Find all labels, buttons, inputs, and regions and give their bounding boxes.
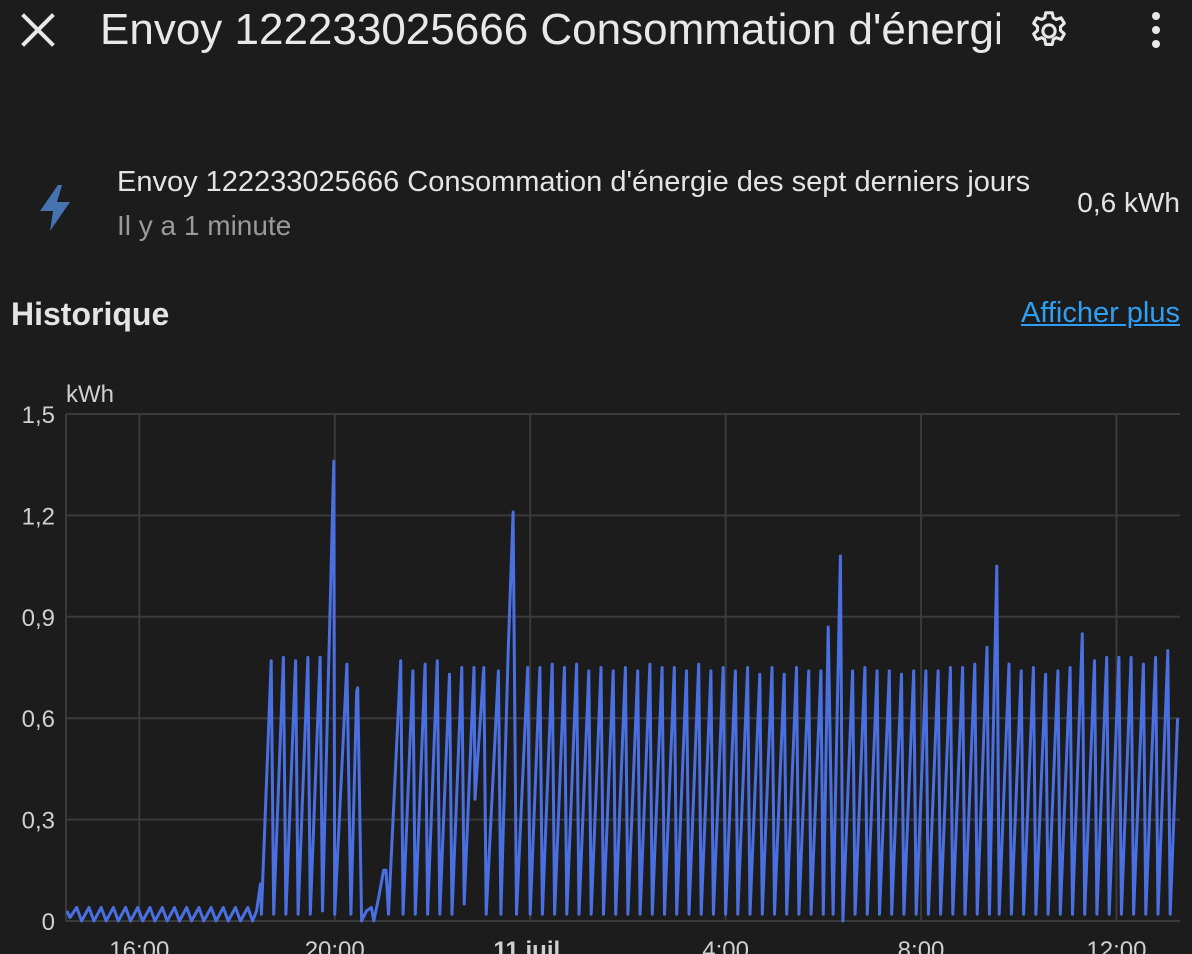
y-axis-ticks: 0 0,3 0,6 0,9 1,2 1,5 [22,402,55,936]
x-tick-label: 12:00 [1086,937,1146,954]
entity-state-row[interactable]: Envoy 122233025666 Consommation d'énergi… [0,160,1192,250]
y-axis-label: kWh [66,381,114,408]
close-icon [21,13,55,47]
x-axis-ticks: 16:00 20:00 11 juil. 4:00 8:00 12:00 [109,937,1146,954]
x-tick-label: 8:00 [898,937,945,954]
settings-button[interactable] [1026,8,1072,54]
chart-series [65,459,1180,923]
entity-state-value: 0,6 kWh [1077,187,1180,218]
entity-name: Envoy 122233025666 Consommation d'énergi… [117,166,1031,198]
x-tick-label: 20:00 [305,937,365,954]
history-heading: Historique [11,296,170,332]
y-tick-label: 0 [42,909,55,936]
close-button[interactable] [18,10,58,50]
dialog-header: Envoy 122233025666 Consommation d'énergi… [0,0,1192,64]
more-vert-icon [1152,12,1160,48]
x-tick-label: 4:00 [702,937,749,954]
gear-icon [1032,11,1066,46]
more-options-button[interactable] [1138,10,1174,50]
y-tick-label: 0,3 [22,808,55,835]
y-tick-label: 1,5 [22,402,55,429]
y-tick-label: 0,9 [22,605,55,632]
lightning-bolt-icon [40,185,70,231]
last-changed: Il y a 1 minute [117,210,292,241]
dialog-title: Envoy 122233025666 Consommation d'énergi… [100,5,1000,54]
show-more-link[interactable]: Afficher plus [1021,297,1180,330]
series-line [65,459,1180,923]
y-tick-label: 0,6 [22,706,55,733]
y-tick-label: 1,2 [22,503,55,530]
history-chart[interactable]: 0 0,3 0,6 0,9 1,2 1,5 16:00 20:00 11 juil. 4:00 8… [0,370,1192,954]
x-tick-label: 11 juil. [493,937,566,954]
x-tick-label: 16:00 [109,937,169,954]
